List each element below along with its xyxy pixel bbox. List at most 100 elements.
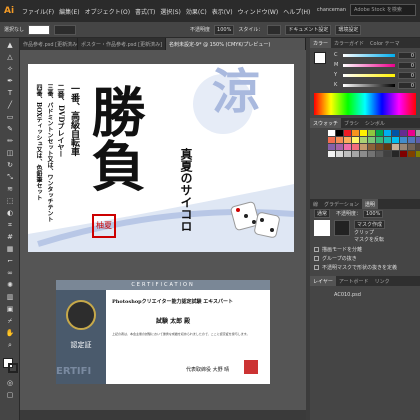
swatch[interactable] xyxy=(376,151,383,157)
make-mask-button[interactable]: マスク作成 xyxy=(354,220,386,229)
swatch[interactable] xyxy=(368,137,375,143)
hand-tool-icon[interactable]: ✋ xyxy=(4,329,16,338)
swatch[interactable] xyxy=(336,130,343,136)
swatch[interactable] xyxy=(392,144,399,150)
isolate-checkbox[interactable] xyxy=(314,247,319,252)
slider-c-track[interactable] xyxy=(343,53,395,57)
option-knockout[interactable]: グループの抜き xyxy=(310,254,420,263)
perspective-icon[interactable]: ⌗ xyxy=(4,221,16,230)
menu-select[interactable]: 選択(S) xyxy=(160,7,181,16)
swatch[interactable] xyxy=(368,151,375,157)
menu-effect[interactable]: 効果(C) xyxy=(186,7,207,16)
slider-y[interactable]: Y0 xyxy=(310,70,420,80)
menu-type[interactable]: 書式(T) xyxy=(135,7,155,16)
swatch[interactable] xyxy=(400,144,407,150)
swatch[interactable] xyxy=(360,144,367,150)
tab-doc-3[interactable]: 名刺未設定-9* @ 150% (CMYK/プレビュー) xyxy=(166,38,306,50)
slider-k[interactable]: K0 xyxy=(310,80,420,90)
swatch[interactable] xyxy=(408,151,415,157)
swatch[interactable] xyxy=(408,144,415,150)
width-tool-icon[interactable]: ≋ xyxy=(4,185,16,194)
menu-view[interactable]: 表示(V) xyxy=(212,7,233,16)
stroke-swatch[interactable] xyxy=(8,363,18,373)
slider-c-value[interactable]: 0 xyxy=(398,51,416,59)
swatch[interactable] xyxy=(352,137,359,143)
stroke-color[interactable] xyxy=(54,24,77,35)
artboard-certificate[interactable]: CERTIFICATION 認定証 ERTIFI Photoshopクリエイター… xyxy=(56,280,270,384)
eraser-tool-icon[interactable]: ◫ xyxy=(4,149,16,158)
screen-mode-icon[interactable]: ▢ xyxy=(4,391,16,400)
swatch[interactable] xyxy=(344,151,351,157)
swatch[interactable] xyxy=(392,130,399,136)
swatch[interactable] xyxy=(344,144,351,150)
swatch[interactable] xyxy=(400,130,407,136)
eyedropper-icon[interactable]: ⌐ xyxy=(4,257,16,266)
user-name[interactable]: chanceman xyxy=(317,7,346,13)
menu-window[interactable]: ウィンドウ(W) xyxy=(238,7,279,16)
slider-m[interactable]: M0 xyxy=(310,60,420,70)
zoom-tool-icon[interactable]: ⌕ xyxy=(4,341,16,350)
canvas-area[interactable]: 勝負 涼 真夏のサイコロ 一番、高級自転車 二番、DVDプレイヤー 三番、バドミ… xyxy=(20,50,306,420)
swatch[interactable] xyxy=(400,151,407,157)
tab-color[interactable]: カラー xyxy=(310,38,332,48)
tab-brushes[interactable]: ブラシ xyxy=(341,118,362,128)
swatch[interactable] xyxy=(384,151,391,157)
tab-doc-2[interactable]: ポスター・作品参考.psd [更新済み] xyxy=(78,38,166,50)
pencil-tool-icon[interactable]: ✏ xyxy=(4,137,16,146)
swatch[interactable] xyxy=(352,151,359,157)
swatch[interactable] xyxy=(416,151,420,157)
artboard-poster[interactable]: 勝負 涼 真夏のサイコロ 一番、高級自転車 二番、DVDプレイヤー 三番、バドミ… xyxy=(28,64,294,252)
slider-y-value[interactable]: 0 xyxy=(398,71,416,79)
swatch[interactable] xyxy=(376,137,383,143)
swatch[interactable] xyxy=(400,137,407,143)
opacity-value[interactable]: 100% xyxy=(214,24,235,35)
swatch[interactable] xyxy=(344,130,351,136)
blend-tool-icon[interactable]: ∞ xyxy=(4,269,16,278)
doc-settings-button[interactable]: ドキュメント設定 xyxy=(285,24,332,35)
draw-mode-icon[interactable]: ◎ xyxy=(4,379,16,388)
swatch[interactable] xyxy=(416,144,420,150)
swatch[interactable] xyxy=(360,137,367,143)
magic-wand-icon[interactable]: ✧ xyxy=(4,65,16,74)
swatch[interactable] xyxy=(384,144,391,150)
line-tool-icon[interactable]: ╱ xyxy=(4,101,16,110)
tab-swatches[interactable]: スウォッチ xyxy=(310,118,342,128)
slider-y-track[interactable] xyxy=(343,73,395,77)
swatch[interactable] xyxy=(376,144,383,150)
artboard-tool-icon[interactable]: ▣ xyxy=(4,305,16,314)
mask-thumbnail[interactable] xyxy=(314,220,330,236)
opacity-mask-checkbox[interactable] xyxy=(314,265,319,270)
swatch[interactable] xyxy=(328,151,335,157)
swatch[interactable] xyxy=(336,137,343,143)
scale-tool-icon[interactable]: ⤡ xyxy=(4,173,16,182)
swatch[interactable] xyxy=(384,130,391,136)
type-tool-icon[interactable]: T xyxy=(4,89,16,98)
tab-symbols[interactable]: シンボル xyxy=(362,118,388,128)
swatch[interactable] xyxy=(360,130,367,136)
swatch[interactable] xyxy=(344,137,351,143)
env-settings-button[interactable]: 環境設定 xyxy=(335,24,362,35)
layer-item[interactable]: AC010.psd xyxy=(310,290,420,299)
tab-color-theme[interactable]: Color テーマ xyxy=(367,38,403,48)
invert-mask-option[interactable]: マスクを反転 xyxy=(354,236,385,243)
swatch[interactable] xyxy=(416,130,420,136)
direct-select-icon[interactable]: △ xyxy=(4,53,16,62)
tab-color-guide[interactable]: カラーガイド xyxy=(331,38,367,48)
tab-doc-1[interactable]: 作品参考.psd [更新済み] xyxy=(20,38,78,50)
swatch[interactable] xyxy=(328,144,335,150)
swatch[interactable] xyxy=(416,137,420,143)
swatch[interactable] xyxy=(392,137,399,143)
symbol-sprayer-icon[interactable]: ✺ xyxy=(4,281,16,290)
slider-c[interactable]: C0 xyxy=(310,50,420,60)
swatch[interactable] xyxy=(328,130,335,136)
swatch[interactable] xyxy=(336,144,343,150)
swatch[interactable] xyxy=(352,130,359,136)
mask-slot[interactable] xyxy=(334,220,350,236)
slider-m-value[interactable]: 0 xyxy=(398,61,416,69)
stock-search-input[interactable]: Adobe Stock を検索 xyxy=(350,4,416,16)
slider-k-value[interactable]: 0 xyxy=(398,81,416,89)
pen-tool-icon[interactable]: ✒ xyxy=(4,77,16,86)
slice-tool-icon[interactable]: ⌿ xyxy=(4,317,16,326)
tab-layers[interactable]: レイヤー xyxy=(310,276,336,286)
color-spectrum[interactable] xyxy=(314,93,416,115)
